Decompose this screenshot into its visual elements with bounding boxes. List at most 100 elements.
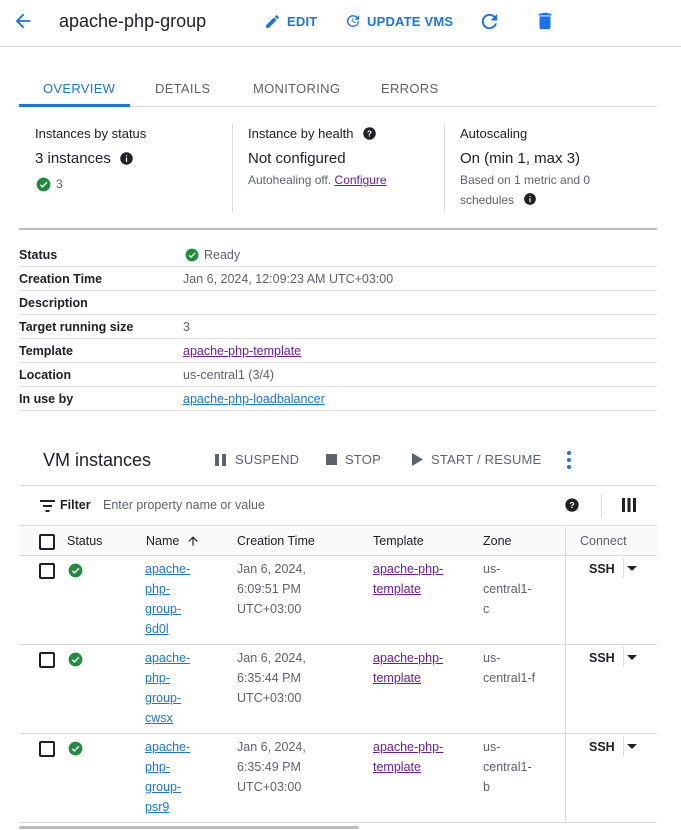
tab-bar: OVERVIEW DETAILS MONITORING ERRORS	[19, 70, 657, 107]
help-icon[interactable]: ?	[362, 126, 377, 141]
instance-name-link[interactable]: apache- php- group- psr9	[145, 737, 190, 817]
refresh-icon[interactable]	[478, 10, 501, 33]
start-resume-label: START / RESUME	[431, 452, 542, 467]
pencil-icon	[264, 13, 281, 30]
check-circle-icon	[36, 177, 51, 192]
zone-part: b	[483, 780, 490, 794]
template-part: apache-php-	[373, 651, 444, 665]
health-value: Not configured	[248, 150, 346, 167]
creation-time-cell: Jan 6, 2024, 6:35:44 PM UTC+03:00	[237, 648, 306, 708]
tab-monitoring[interactable]: MONITORING	[253, 81, 340, 96]
ssh-button[interactable]: SSH	[589, 651, 615, 665]
template-link[interactable]: apache-php-template	[183, 344, 301, 358]
tab-overview[interactable]: OVERVIEW	[43, 81, 115, 96]
zone-cell: us- central1-f	[483, 648, 535, 688]
column-creation-time[interactable]: Creation Time	[237, 534, 315, 548]
name-part: apache-	[145, 562, 191, 576]
ssh-button[interactable]: SSH	[589, 562, 615, 576]
zone-part: c	[483, 602, 490, 616]
column-name[interactable]: Name	[146, 534, 179, 548]
table-header: Status Name Creation Time Template Zone …	[19, 527, 657, 556]
zone-part: central1-	[483, 582, 532, 596]
zone-part: us-	[483, 740, 501, 754]
info-icon[interactable]	[119, 151, 134, 166]
ssh-divider	[623, 558, 624, 578]
help-icon[interactable]: ?	[564, 497, 580, 513]
column-status[interactable]: Status	[67, 534, 102, 548]
template-part: apache-php-	[373, 562, 444, 576]
dropdown-arrow-icon[interactable]	[627, 744, 637, 750]
dropdown-arrow-icon[interactable]	[627, 566, 637, 572]
instances-by-status-heading: Instances by status	[35, 126, 147, 141]
connect-column-divider	[565, 556, 566, 645]
detail-row-in-use-by: In use by apache-php-loadbalancer	[19, 387, 657, 411]
autoscaling-note-line1: Based on 1 metric and 0	[460, 173, 591, 187]
template-link[interactable]: apache-php- template	[373, 559, 443, 599]
template-link[interactable]: apache-php- template	[373, 648, 443, 688]
filter-input[interactable]: Enter property name or value	[103, 498, 265, 512]
table-row: apache- php- group- 6d0l Jan 6, 2024, 6:…	[19, 556, 657, 645]
back-arrow-icon[interactable]	[12, 10, 34, 32]
suspend-button[interactable]: SUSPEND	[214, 452, 299, 467]
row-checkbox[interactable]	[39, 741, 55, 757]
creation-line: UTC+03:00	[237, 691, 302, 705]
instance-name-link[interactable]: apache- php- group- 6d0l	[145, 559, 190, 639]
start-resume-button[interactable]: START / RESUME	[412, 452, 541, 467]
configure-link[interactable]: Configure	[335, 173, 387, 187]
creation-line: Jan 6, 2024,	[237, 740, 306, 754]
svg-text:?: ?	[367, 129, 372, 138]
zone-part: central1-	[483, 760, 532, 774]
check-circle-icon	[68, 563, 83, 578]
autoscaling-note-line2: schedules	[460, 193, 515, 207]
status-value: Ready	[204, 248, 241, 262]
column-display-icon[interactable]	[622, 498, 636, 512]
name-part: php-	[145, 760, 171, 774]
info-icon[interactable]	[523, 192, 537, 206]
update-icon	[345, 13, 361, 29]
template-link[interactable]: apache-php- template	[373, 737, 443, 777]
detail-row-creation-time: Creation Time Jan 6, 2024, 12:09:23 AM U…	[19, 267, 657, 291]
creation-line: 6:35:49 PM	[237, 760, 301, 774]
template-part: template	[373, 760, 421, 774]
column-template[interactable]: Template	[373, 534, 424, 548]
detail-row-description: Description	[19, 291, 657, 315]
ok-instance-count: 3	[56, 177, 63, 191]
svg-text:?: ?	[569, 500, 574, 510]
name-part: php-	[145, 582, 171, 596]
delete-icon[interactable]	[534, 10, 556, 32]
creation-line: UTC+03:00	[237, 602, 302, 616]
dropdown-arrow-icon[interactable]	[627, 655, 637, 661]
row-checkbox[interactable]	[39, 563, 55, 579]
select-all-checkbox[interactable]	[39, 534, 55, 550]
table-row: apache- php- group- psr9 Jan 6, 2024, 6:…	[19, 734, 657, 823]
template-part: template	[373, 582, 421, 596]
detail-label: In use by	[19, 392, 74, 406]
column-connect: Connect	[580, 534, 627, 548]
detail-label: Status	[19, 248, 58, 262]
stop-label: STOP	[345, 452, 381, 467]
stop-button[interactable]: STOP	[326, 452, 381, 467]
name-part: group-	[145, 602, 182, 616]
sort-ascending-icon[interactable]	[186, 533, 200, 549]
update-vms-button[interactable]: UPDATE VMS	[345, 13, 453, 29]
filter-divider	[601, 494, 602, 518]
name-part: 6d0l	[145, 622, 169, 636]
edit-button[interactable]: EDIT	[264, 13, 317, 30]
target-size-value: 3	[183, 320, 190, 334]
row-checkbox[interactable]	[39, 652, 55, 668]
ssh-divider	[623, 736, 624, 756]
check-circle-icon	[185, 248, 199, 262]
horizontal-scrollbar[interactable]	[19, 826, 359, 829]
summary-divider	[444, 124, 445, 212]
ssh-divider	[623, 647, 624, 667]
check-circle-icon	[68, 741, 83, 756]
tab-details[interactable]: DETAILS	[155, 81, 210, 96]
connect-column-divider	[565, 734, 566, 823]
instance-name-link[interactable]: apache- php- group- cwsx	[145, 648, 190, 728]
column-zone[interactable]: Zone	[483, 534, 512, 548]
ssh-button[interactable]: SSH	[589, 740, 615, 754]
tab-errors[interactable]: ERRORS	[381, 81, 438, 96]
more-vert-icon[interactable]	[562, 450, 576, 470]
load-balancer-link[interactable]: apache-php-loadbalancer	[183, 392, 325, 406]
connect-column-divider	[565, 527, 566, 556]
